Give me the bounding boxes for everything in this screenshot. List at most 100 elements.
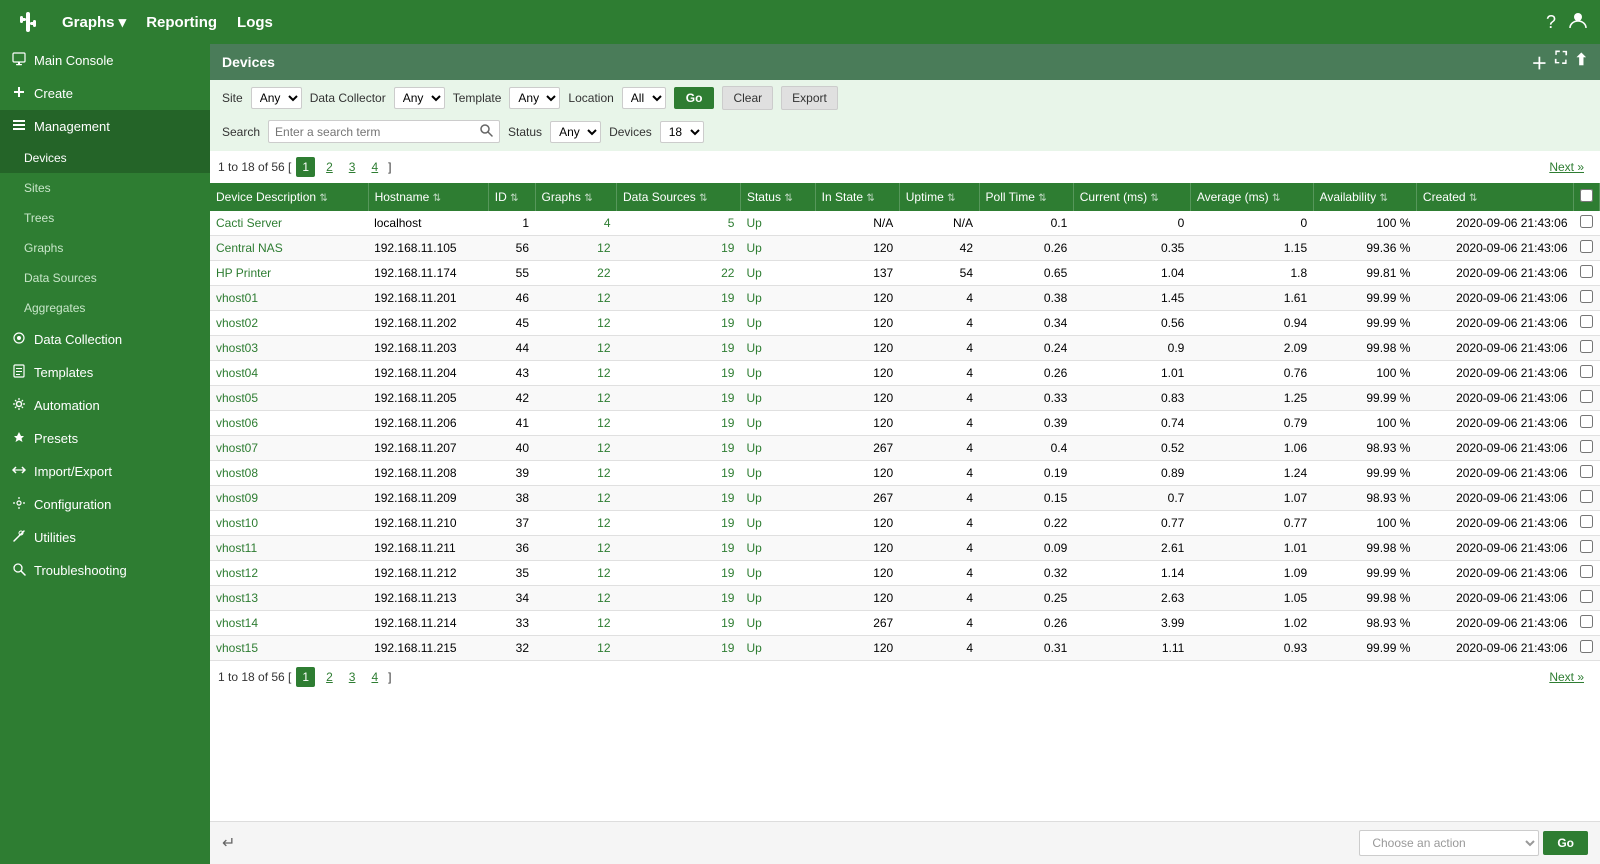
col-status[interactable]: Status ⇅ bbox=[740, 183, 815, 211]
row-checkbox-cell[interactable] bbox=[1574, 286, 1600, 311]
graphs-cell[interactable]: 12 bbox=[535, 511, 617, 536]
data-sources-cell[interactable]: 19 bbox=[617, 336, 741, 361]
row-checkbox-cell[interactable] bbox=[1574, 411, 1600, 436]
row-checkbox[interactable] bbox=[1580, 390, 1593, 403]
user-icon[interactable] bbox=[1568, 10, 1588, 35]
sidebar-item-aggregates[interactable]: Aggregates bbox=[0, 293, 210, 323]
row-checkbox[interactable] bbox=[1580, 615, 1593, 628]
sidebar-item-data-sources[interactable]: Data Sources bbox=[0, 263, 210, 293]
row-checkbox-cell[interactable] bbox=[1574, 511, 1600, 536]
sidebar-item-presets[interactable]: Presets bbox=[0, 422, 210, 455]
nav-reporting[interactable]: Reporting bbox=[136, 10, 227, 35]
row-checkbox[interactable] bbox=[1580, 590, 1593, 603]
status-select[interactable]: Any bbox=[550, 121, 601, 143]
device-desc-cell[interactable]: vhost08 bbox=[210, 461, 368, 486]
data-sources-cell[interactable]: 19 bbox=[617, 536, 741, 561]
device-desc-cell[interactable]: vhost11 bbox=[210, 536, 368, 561]
col-created[interactable]: Created ⇅ bbox=[1416, 183, 1573, 211]
graphs-cell[interactable]: 12 bbox=[535, 461, 617, 486]
col-in-state[interactable]: In State ⇅ bbox=[815, 183, 899, 211]
sidebar-item-graphs[interactable]: Graphs bbox=[0, 233, 210, 263]
data-sources-cell[interactable]: 19 bbox=[617, 486, 741, 511]
add-device-icon[interactable]: ＋ bbox=[1531, 50, 1547, 74]
row-checkbox-cell[interactable] bbox=[1574, 361, 1600, 386]
graphs-cell[interactable]: 22 bbox=[535, 261, 617, 286]
row-checkbox-cell[interactable] bbox=[1574, 211, 1600, 236]
data-sources-cell[interactable]: 19 bbox=[617, 386, 741, 411]
sidebar-item-configuration[interactable]: Configuration bbox=[0, 488, 210, 521]
row-checkbox-cell[interactable] bbox=[1574, 611, 1600, 636]
sidebar-item-management[interactable]: Management bbox=[0, 110, 210, 143]
graphs-cell[interactable]: 12 bbox=[535, 636, 617, 661]
col-data-sources[interactable]: Data Sources ⇅ bbox=[617, 183, 741, 211]
data-sources-cell[interactable]: 19 bbox=[617, 636, 741, 661]
device-desc-cell[interactable]: vhost02 bbox=[210, 311, 368, 336]
page-3-link-top[interactable]: 3 bbox=[344, 158, 361, 176]
col-availability[interactable]: Availability ⇅ bbox=[1313, 183, 1416, 211]
devices-per-page-select[interactable]: 18 30 50 bbox=[660, 121, 704, 143]
graphs-cell[interactable]: 12 bbox=[535, 236, 617, 261]
row-checkbox[interactable] bbox=[1580, 315, 1593, 328]
graphs-cell[interactable]: 12 bbox=[535, 386, 617, 411]
row-checkbox-cell[interactable] bbox=[1574, 486, 1600, 511]
device-desc-cell[interactable]: vhost07 bbox=[210, 436, 368, 461]
data-sources-cell[interactable]: 19 bbox=[617, 611, 741, 636]
data-sources-cell[interactable]: 19 bbox=[617, 436, 741, 461]
row-checkbox[interactable] bbox=[1580, 240, 1593, 253]
data-sources-cell[interactable]: 19 bbox=[617, 511, 741, 536]
page-4-link-top[interactable]: 4 bbox=[366, 158, 383, 176]
graphs-cell[interactable]: 12 bbox=[535, 411, 617, 436]
device-desc-cell[interactable]: vhost14 bbox=[210, 611, 368, 636]
device-desc-cell[interactable]: vhost05 bbox=[210, 386, 368, 411]
nav-logs[interactable]: Logs bbox=[227, 10, 283, 35]
graphs-cell[interactable]: 4 bbox=[535, 211, 617, 236]
graphs-cell[interactable]: 12 bbox=[535, 286, 617, 311]
row-checkbox[interactable] bbox=[1580, 290, 1593, 303]
data-sources-cell[interactable]: 19 bbox=[617, 561, 741, 586]
next-page-bottom[interactable]: Next » bbox=[1549, 670, 1592, 684]
col-current[interactable]: Current (ms) ⇅ bbox=[1073, 183, 1190, 211]
sidebar-item-import-export[interactable]: Import/Export bbox=[0, 455, 210, 488]
col-graphs[interactable]: Graphs ⇅ bbox=[535, 183, 617, 211]
row-checkbox-cell[interactable] bbox=[1574, 586, 1600, 611]
data-sources-cell[interactable]: 19 bbox=[617, 286, 741, 311]
sidebar-item-utilities[interactable]: Utilities bbox=[0, 521, 210, 554]
row-checkbox[interactable] bbox=[1580, 265, 1593, 278]
graphs-cell[interactable]: 12 bbox=[535, 311, 617, 336]
col-average[interactable]: Average (ms) ⇅ bbox=[1190, 183, 1313, 211]
page-2-link-bottom[interactable]: 2 bbox=[321, 668, 338, 686]
device-desc-cell[interactable]: vhost03 bbox=[210, 336, 368, 361]
row-checkbox-cell[interactable] bbox=[1574, 336, 1600, 361]
row-checkbox-cell[interactable] bbox=[1574, 636, 1600, 661]
collapse-icon[interactable]: ⬆ bbox=[1575, 50, 1588, 74]
row-checkbox-cell[interactable] bbox=[1574, 461, 1600, 486]
device-desc-cell[interactable]: Cacti Server bbox=[210, 211, 368, 236]
graphs-cell[interactable]: 12 bbox=[535, 361, 617, 386]
search-icon[interactable] bbox=[479, 123, 493, 140]
row-checkbox[interactable] bbox=[1580, 215, 1593, 228]
row-checkbox[interactable] bbox=[1580, 490, 1593, 503]
row-checkbox[interactable] bbox=[1580, 540, 1593, 553]
row-checkbox-cell[interactable] bbox=[1574, 561, 1600, 586]
device-desc-cell[interactable]: vhost12 bbox=[210, 561, 368, 586]
sidebar-item-trees[interactable]: Trees bbox=[0, 203, 210, 233]
col-uptime[interactable]: Uptime ⇅ bbox=[899, 183, 979, 211]
col-hostname[interactable]: Hostname ⇅ bbox=[368, 183, 488, 211]
row-checkbox-cell[interactable] bbox=[1574, 436, 1600, 461]
row-checkbox-cell[interactable] bbox=[1574, 311, 1600, 336]
data-sources-cell[interactable]: 19 bbox=[617, 461, 741, 486]
row-checkbox[interactable] bbox=[1580, 415, 1593, 428]
clear-button[interactable]: Clear bbox=[722, 86, 773, 110]
page-1-link-top[interactable]: 1 bbox=[296, 157, 315, 177]
sidebar-item-data-collection[interactable]: Data Collection bbox=[0, 323, 210, 356]
next-page-top[interactable]: Next » bbox=[1549, 160, 1592, 174]
sidebar-item-devices[interactable]: Devices bbox=[0, 143, 210, 173]
row-checkbox[interactable] bbox=[1580, 465, 1593, 478]
data-sources-cell[interactable]: 19 bbox=[617, 311, 741, 336]
action-go-button[interactable]: Go bbox=[1543, 831, 1588, 855]
row-checkbox-cell[interactable] bbox=[1574, 386, 1600, 411]
device-desc-cell[interactable]: HP Printer bbox=[210, 261, 368, 286]
col-device-description[interactable]: Device Description ⇅ bbox=[210, 183, 368, 211]
device-desc-cell[interactable]: vhost04 bbox=[210, 361, 368, 386]
export-button[interactable]: Export bbox=[781, 86, 838, 110]
